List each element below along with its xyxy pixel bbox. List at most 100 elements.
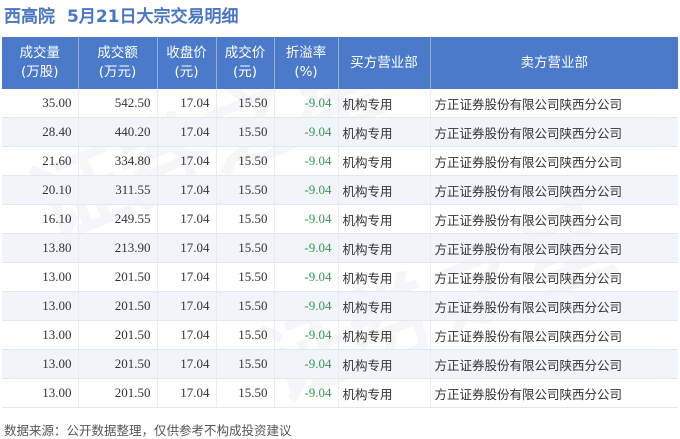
premium-rate-cell: -9.04 (274, 233, 339, 263)
amount-cell: 201.50 (78, 291, 158, 321)
table-row: 16.10 249.55 17.04 15.50 -9.04 机构专用 方正证券股份有限公司… (2, 204, 678, 234)
trade-price-cell: 15.50 (216, 349, 275, 379)
buyer-cell: 机构专用 (338, 378, 431, 408)
header-line: 折溢率 (285, 45, 327, 61)
header-line: (万股) (20, 64, 59, 80)
header-line: (元) (174, 64, 199, 80)
amount-header: 成交额 (万元) (78, 37, 158, 89)
amount-cell: 201.50 (78, 349, 158, 379)
amount-cell: 249.55 (78, 204, 158, 234)
trade-price-cell: 15.50 (216, 233, 275, 263)
volume-cell: 13.80 (2, 233, 79, 263)
volume-cell: 13.00 (2, 349, 79, 379)
premium-rate-cell: -9.04 (274, 89, 339, 118)
amount-cell: 213.90 (78, 233, 158, 263)
buyer-cell: 机构专用 (338, 117, 431, 147)
header-line: 收盘价 (166, 45, 207, 61)
header-line: 卖方营业部 (520, 54, 589, 71)
header-line: (万元) (98, 64, 137, 80)
table-row: 35.00 542.50 17.04 15.50 -9.04 机构专用 方正证券股份有限公司… (2, 89, 678, 118)
volume-cell: 16.10 (2, 204, 79, 234)
table-row: 13.00 201.50 17.04 15.50 -9.04 机构专用 方正证券股份有限公司… (2, 378, 678, 408)
premium-rate-cell: -9.04 (274, 320, 339, 350)
seller-cell: 方正证券股份有限公司陕西分公司 (430, 378, 678, 408)
amount-cell: 201.50 (78, 262, 158, 292)
amount-cell: 201.50 (78, 378, 158, 408)
volume-cell: 13.00 (2, 320, 79, 350)
close-price-cell: 17.04 (157, 233, 217, 263)
premium-rate-cell: -9.04 (274, 146, 339, 176)
table-row: 13.80 213.90 17.04 15.50 -9.04 机构专用 方正证券股份有限公司… (2, 233, 678, 263)
volume-cell: 20.10 (2, 175, 79, 205)
buyer-cell: 机构专用 (338, 291, 431, 321)
close-price-cell: 17.04 (157, 204, 217, 234)
trade-price-cell: 15.50 (216, 146, 275, 176)
premium-rate-cell: -9.04 (274, 117, 339, 147)
stock-name: 西高院 (4, 7, 55, 27)
table-row: 20.10 311.55 17.04 15.50 -9.04 机构专用 方正证券股份有限公司… (2, 175, 678, 205)
trade-price-cell: 15.50 (216, 175, 275, 205)
title-subtitle: 5月21日大宗交易明细 (67, 7, 239, 27)
table-row: 13.00 201.50 17.04 15.50 -9.04 机构专用 方正证券股份有限公司… (2, 349, 678, 379)
header-line: 买方营业部 (350, 54, 418, 71)
trade-price-cell: 15.50 (216, 378, 275, 408)
volume-cell: 35.00 (2, 89, 79, 118)
seller-cell: 方正证券股份有限公司陕西分公司 (430, 291, 678, 321)
trade-price-cell: 15.50 (216, 204, 275, 234)
amount-cell: 311.55 (78, 175, 158, 205)
premium-rate-cell: -9.04 (274, 291, 339, 321)
premium-rate-cell: -9.04 (274, 175, 339, 205)
trade-price-cell: 15.50 (216, 320, 275, 350)
close-price-header: 收盘价 (元) (157, 37, 217, 89)
table-body: 35.00 542.50 17.04 15.50 -9.04 机构专用 方正证券股份有限公司… (2, 89, 678, 408)
trade-price-header: 成交价 (元) (216, 37, 275, 89)
seller-header: 卖方营业部 (430, 37, 678, 89)
close-price-cell: 17.04 (157, 291, 217, 321)
volume-header: 成交量 (万股) (2, 37, 79, 89)
trade-price-cell: 15.50 (216, 117, 275, 147)
volume-cell: 28.40 (2, 117, 79, 147)
buyer-cell: 机构专用 (338, 146, 431, 176)
seller-cell: 方正证券股份有限公司陕西分公司 (430, 175, 678, 205)
buyer-cell: 机构专用 (338, 204, 431, 234)
close-price-cell: 17.04 (157, 378, 217, 408)
premium-rate-cell: -9.04 (274, 378, 339, 408)
buyer-cell: 机构专用 (338, 262, 431, 292)
premium-rate-cell: -9.04 (274, 349, 339, 379)
table-row: 13.00 201.50 17.04 15.50 -9.04 机构专用 方正证券股份有限公司… (2, 262, 678, 292)
seller-cell: 方正证券股份有限公司陕西分公司 (430, 262, 678, 292)
close-price-cell: 17.04 (157, 349, 217, 379)
header-line: 成交量 (19, 45, 61, 61)
volume-cell: 13.00 (2, 291, 79, 321)
block-trade-table: 成交量 (万股) 成交额 (万元) 收盘价 (元) 成交价 (元) 折溢率 (%) 买方营业部 卖方营… (2, 37, 678, 408)
amount-cell: 440.20 (78, 117, 158, 147)
premium-rate-cell: -9.04 (274, 204, 339, 234)
table-row: 28.40 440.20 17.04 15.50 -9.04 机构专用 方正证券股份有限公司… (2, 117, 678, 147)
close-price-cell: 17.04 (157, 175, 217, 205)
table-row: 21.60 334.80 17.04 15.50 -9.04 机构专用 方正证券股份有限公司… (2, 146, 678, 176)
table-row: 13.00 201.50 17.04 15.50 -9.04 机构专用 方正证券股份有限公司… (2, 291, 678, 321)
volume-cell: 21.60 (2, 146, 79, 176)
seller-cell: 方正证券股份有限公司陕西分公司 (430, 233, 678, 263)
buyer-cell: 机构专用 (338, 89, 431, 118)
close-price-cell: 17.04 (157, 117, 217, 147)
seller-cell: 方正证券股份有限公司陕西分公司 (430, 349, 678, 379)
trade-price-cell: 15.50 (216, 262, 275, 292)
seller-cell: 方正证券股份有限公司陕西分公司 (430, 320, 678, 350)
seller-cell: 方正证券股份有限公司陕西分公司 (430, 146, 678, 176)
trade-price-cell: 15.50 (216, 291, 275, 321)
trade-price-cell: 15.50 (216, 89, 275, 118)
volume-cell: 13.00 (2, 262, 79, 292)
page-title: 西高院 5月21日大宗交易明细 (4, 4, 239, 30)
amount-cell: 542.50 (78, 89, 158, 118)
amount-cell: 201.50 (78, 320, 158, 350)
header-line: 成交额 (97, 45, 138, 61)
header-line: (%) (294, 64, 318, 80)
source-note: 数据来源：公开数据整理，仅供参考不构成投资建议 (4, 423, 292, 438)
volume-cell: 13.00 (2, 378, 79, 408)
header-row: 成交量 (万股) 成交额 (万元) 收盘价 (元) 成交价 (元) 折溢率 (%) 买方营业部 卖方营… (2, 37, 678, 89)
header-line: (元) (232, 64, 258, 80)
buyer-cell: 机构专用 (338, 175, 431, 205)
amount-cell: 334.80 (78, 146, 158, 176)
seller-cell: 方正证券股份有限公司陕西分公司 (430, 117, 678, 147)
